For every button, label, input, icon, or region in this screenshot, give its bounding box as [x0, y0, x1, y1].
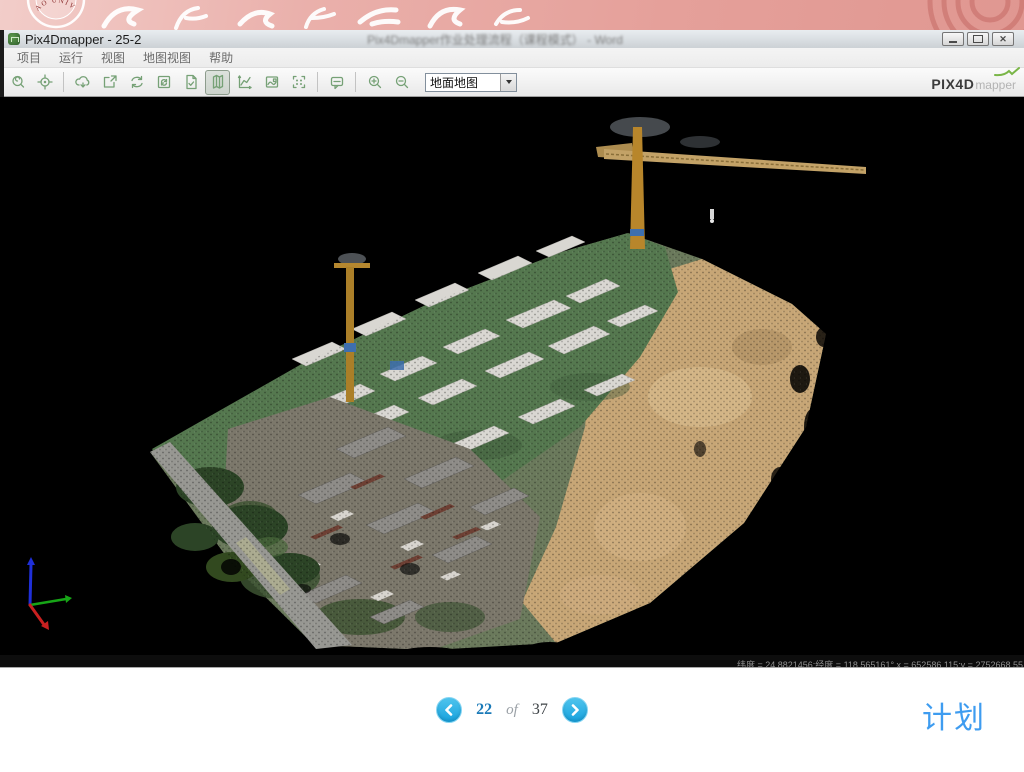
- comment-button[interactable]: [324, 70, 349, 95]
- axis-triad-icon: [27, 557, 72, 630]
- minimize-icon: [949, 41, 957, 43]
- menu-bar: 项目 运行 视图 地图视图 帮助: [0, 48, 1024, 68]
- index-calculator-icon: [290, 73, 308, 91]
- slide-banner: AO UNIV: [0, 0, 1024, 30]
- background-word-window-title: Pix4Dmapper作业处理流程（课程模式） - Word: [345, 31, 645, 48]
- total-page-number: 37: [532, 701, 548, 719]
- pix4d-logo: PIX4D mapper: [931, 74, 1016, 92]
- raycloud-icon: [236, 73, 254, 91]
- pan-zoom-button[interactable]: [5, 70, 30, 95]
- previous-page-button[interactable]: [436, 697, 462, 723]
- chevron-left-icon: [444, 704, 454, 716]
- map-type-dropdown[interactable]: 地面地图: [425, 73, 517, 92]
- local-processing-button[interactable]: [151, 70, 176, 95]
- window-title: Pix4Dmapper - 25-2: [25, 32, 141, 47]
- window-left-edge: [0, 30, 4, 97]
- chevron-right-icon: [570, 704, 580, 716]
- page-navigation: 22 of 37: [0, 697, 1024, 723]
- mosaic-editor-button[interactable]: [259, 70, 284, 95]
- local-processing-icon: [155, 73, 173, 91]
- map-view-icon: [209, 73, 227, 91]
- dropdown-arrow-icon[interactable]: [500, 74, 516, 91]
- map-type-value: 地面地图: [426, 74, 500, 91]
- menu-process[interactable]: 运行: [50, 47, 92, 68]
- cloud-upload-button[interactable]: [70, 70, 95, 95]
- banner-rings-decoration: [854, 0, 1024, 30]
- pan-zoom-icon: [9, 73, 27, 91]
- right-crane: [596, 117, 866, 249]
- zoom-out-button[interactable]: [389, 70, 414, 95]
- pix4d-logo-swoosh: [994, 67, 1020, 77]
- maximize-icon: [973, 35, 983, 43]
- coordinates-readout: 纬度 = 24.8821456;经度 = 118.565161° x = 652…: [737, 660, 1024, 668]
- close-button[interactable]: ✕: [992, 32, 1014, 46]
- menu-project[interactable]: 项目: [8, 47, 50, 68]
- university-seal: AO UNIV: [12, 0, 96, 30]
- toolbar-separator: [63, 72, 64, 92]
- close-icon: ✕: [999, 35, 1007, 44]
- zoom-in-icon: [366, 73, 384, 91]
- point-cloud-render: [0, 97, 1024, 655]
- zoom-in-button[interactable]: [362, 70, 387, 95]
- pix4d-logo-suffix: mapper: [975, 78, 1016, 92]
- comment-icon: [328, 73, 346, 91]
- window-controls: ✕: [942, 32, 1014, 46]
- toolbar: 地面地图: [0, 68, 1024, 97]
- index-calculator-button[interactable]: [286, 70, 311, 95]
- page-separator: of: [506, 702, 518, 719]
- pix4d-app-icon: [8, 33, 20, 45]
- 3d-viewport[interactable]: [0, 97, 1024, 655]
- toolbar-separator: [317, 72, 318, 92]
- toolbar-separator: [355, 72, 356, 92]
- focus-target-button[interactable]: [32, 70, 57, 95]
- raycloud-button[interactable]: [232, 70, 257, 95]
- new-project-button[interactable]: [97, 70, 122, 95]
- zoom-out-icon: [393, 73, 411, 91]
- cloud-upload-icon: [74, 73, 92, 91]
- menu-help[interactable]: 帮助: [200, 47, 242, 68]
- map-view-button[interactable]: [205, 70, 230, 95]
- menu-view[interactable]: 视图: [92, 47, 134, 68]
- calligraphy-strokes: [90, 0, 570, 30]
- maximize-button[interactable]: [967, 32, 989, 46]
- focus-target-icon: [36, 73, 54, 91]
- current-page-number: 22: [476, 701, 492, 719]
- quality-report-icon: [182, 73, 200, 91]
- next-page-button[interactable]: [562, 697, 588, 723]
- reprocess-button[interactable]: [124, 70, 149, 95]
- slide-section-label: 计划: [922, 693, 986, 737]
- quality-report-button[interactable]: [178, 70, 203, 95]
- mosaic-editor-icon: [263, 73, 281, 91]
- minimize-button[interactable]: [942, 32, 964, 46]
- pix4d-logo-text: PIX4D: [931, 76, 974, 92]
- status-bar: 纬度 = 24.8821456;经度 = 118.565161° x = 652…: [0, 655, 1024, 668]
- menu-mapview[interactable]: 地图视图: [134, 47, 200, 68]
- new-project-icon: [101, 73, 119, 91]
- reprocess-icon: [128, 73, 146, 91]
